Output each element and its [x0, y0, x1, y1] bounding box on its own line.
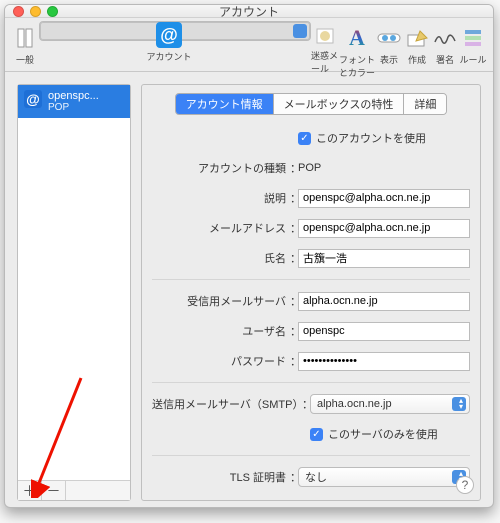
junk-icon — [311, 25, 339, 47]
account-name: openspc... — [48, 90, 99, 102]
account-type-label: アカウントの種類 — [152, 160, 290, 176]
toolbar-junk[interactable]: 迷惑メール — [311, 21, 339, 71]
at-icon: @ — [24, 90, 42, 108]
only-server-label: このサーバのみを使用 — [328, 426, 438, 442]
password-label: パスワード — [152, 353, 290, 369]
sidebar-spacer — [66, 481, 130, 500]
tab-account-info[interactable]: アカウント情報 — [176, 94, 274, 114]
password-input[interactable] — [298, 352, 470, 371]
tabs: アカウント情報 メールボックスの特性 詳細 — [152, 93, 470, 115]
zoom-icon[interactable] — [47, 6, 58, 17]
toolbar-signatures[interactable]: 署名 — [431, 21, 459, 71]
tab-details[interactable]: 詳細 — [404, 94, 446, 114]
tls-select[interactable]: なし▴▾ — [298, 467, 470, 487]
sidebar-footer: ＋ － — [18, 480, 130, 500]
divider — [152, 279, 470, 280]
incoming-server-input[interactable] — [298, 292, 470, 311]
add-account-button[interactable]: ＋ — [18, 481, 42, 500]
toolbar-fonts[interactable]: A フォントとカラー — [339, 21, 375, 71]
email-label: メールアドレス — [152, 220, 290, 236]
fonts-icon: A — [343, 25, 371, 51]
toolbar-composing[interactable]: 作成 — [403, 21, 431, 71]
username-input[interactable] — [298, 322, 470, 341]
tab-mailbox[interactable]: メールボックスの特性 — [274, 94, 405, 114]
remove-account-button[interactable]: － — [42, 481, 66, 500]
divider — [152, 382, 470, 383]
toolbar-accounts[interactable]: @ アカウント — [39, 21, 311, 41]
window-title: アカウント — [5, 4, 493, 20]
body: @ openspc... POP ＋ － アカウント情報 メールボックスの特性 … — [5, 72, 493, 507]
toolbar: 一般 @ アカウント 迷惑メール A フォントとカラー 表示 作成 署名 ルール — [5, 18, 493, 72]
account-item[interactable]: @ openspc... POP — [18, 85, 130, 118]
outgoing-server-select[interactable]: alpha.ocn.ne.jp▴▾ — [310, 394, 470, 414]
viewing-icon — [375, 25, 403, 51]
rules-icon — [459, 25, 487, 51]
sidebar: @ openspc... POP ＋ － — [17, 84, 131, 501]
fullname-label: 氏名 — [152, 250, 290, 266]
traffic-lights — [5, 6, 58, 17]
content: アカウント情報 メールボックスの特性 詳細 ✓ このアカウントを使用 アカウント… — [141, 84, 481, 501]
chevron-updown-icon: ▴▾ — [459, 471, 463, 483]
minimize-icon[interactable] — [30, 6, 41, 17]
compose-icon — [403, 25, 431, 51]
window: アカウント 一般 @ アカウント 迷惑メール A フォントとカラー 表示 作成 — [4, 4, 494, 508]
description-label: 説明 — [152, 190, 290, 206]
tls-label: TLS 証明書 — [152, 469, 290, 485]
titlebar: アカウント — [5, 5, 493, 18]
account-type: POP — [48, 102, 99, 113]
only-server-checkbox[interactable]: ✓ — [310, 428, 323, 441]
email-input[interactable] — [298, 219, 470, 238]
signature-icon — [431, 25, 459, 51]
incoming-server-label: 受信用メールサーバ — [152, 293, 290, 309]
divider — [152, 455, 470, 456]
outgoing-server-label: 送信用メールサーバ（SMTP） — [152, 396, 302, 412]
toolbar-rules[interactable]: ルール — [459, 21, 487, 71]
close-icon[interactable] — [13, 6, 24, 17]
chevron-updown-icon: ▴▾ — [459, 398, 463, 410]
username-label: ユーザ名 — [152, 323, 290, 339]
toolbar-general[interactable]: 一般 — [11, 21, 39, 71]
account-type-value: POP — [298, 162, 321, 174]
at-icon: @ — [155, 22, 183, 48]
fullname-input[interactable] — [298, 249, 470, 268]
general-icon — [11, 25, 39, 51]
toolbar-viewing[interactable]: 表示 — [375, 21, 403, 71]
enable-account-label: このアカウントを使用 — [316, 130, 426, 146]
enable-account-checkbox[interactable]: ✓ — [298, 132, 311, 145]
description-input[interactable] — [298, 189, 470, 208]
account-list: @ openspc... POP — [18, 85, 130, 480]
